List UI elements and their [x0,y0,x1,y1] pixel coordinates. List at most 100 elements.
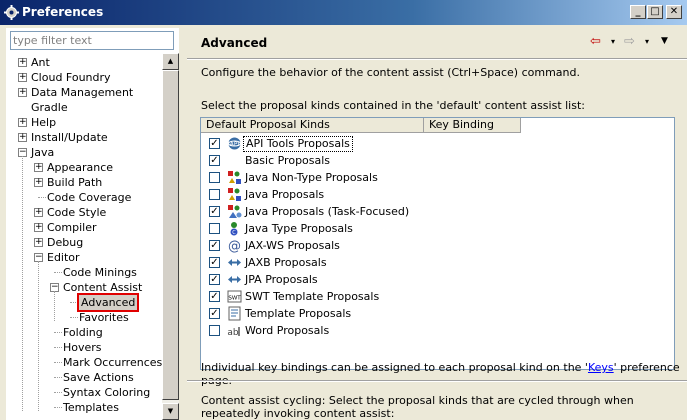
tree-item-ant[interactable]: + Ant [6,55,162,70]
expand-icon[interactable]: + [18,73,27,82]
page-title: Advanced [201,36,268,50]
proposal-row[interactable]: ✓ SWT SWT Template Proposals [201,288,674,305]
expand-icon[interactable]: + [34,208,43,217]
proposal-row[interactable]: ✓ JAXB Proposals [201,254,674,271]
proposal-row[interactable]: Java Proposals [201,186,674,203]
expand-icon[interactable]: + [34,223,43,232]
tree-item-content-assist[interactable]: − Content Assist [6,280,162,295]
proposal-label: Java Proposals [245,188,325,201]
back-dropdown-icon[interactable]: ▾ [611,37,615,46]
tree-item-syntax-coloring[interactable]: Syntax Coloring [6,385,162,400]
proposal-checkbox[interactable]: ✓ [209,257,220,268]
expand-icon[interactable]: + [34,178,43,187]
proposal-row[interactable]: C Java Type Proposals [201,220,674,237]
proposal-checkbox[interactable] [209,325,220,336]
proposal-row[interactable]: ab Word Proposals [201,322,674,339]
forward-arrow-icon[interactable]: ⇨ [624,34,635,49]
proposal-checkbox[interactable]: ✓ [209,155,220,166]
tree-item-save-actions[interactable]: Save Actions [6,370,162,385]
tree-item-code-coverage[interactable]: Code Coverage [6,190,162,205]
scroll-down-icon[interactable]: ▼ [162,403,179,420]
tree-item-cloud-foundry[interactable]: + Cloud Foundry [6,70,162,85]
tree-item-label: Code Minings [63,266,137,279]
proposal-row[interactable]: ✓ API API Tools Proposals [201,135,674,152]
column-header-key-binding[interactable]: Key Binding [424,118,521,133]
scroll-up-icon[interactable]: ▲ [162,53,179,70]
svg-text:ab: ab [227,328,239,338]
keys-link[interactable]: Keys [588,361,614,374]
column-header-proposal-kinds[interactable]: Default Proposal Kinds [201,118,424,133]
expand-icon[interactable]: + [34,238,43,247]
tree-item-templates[interactable]: Templates [6,400,162,415]
tree-item-label: Ant [31,56,50,69]
proposal-row[interactable]: ✓ @ JAX-WS Proposals [201,237,674,254]
proposal-checkbox[interactable]: ✓ [209,138,220,149]
tree-item-folding[interactable]: Folding [6,325,162,340]
preference-page: Advanced ⇦ ▾ ⇨ ▾ ▼ Configure the behavio… [187,28,687,420]
proposal-checkbox[interactable] [209,223,220,234]
tree-item-appearance[interactable]: + Appearance [6,160,162,175]
tree-item-code-minings[interactable]: Code Minings [6,265,162,280]
proposal-row[interactable]: ✓ JPA Proposals [201,271,674,288]
proposal-checkbox[interactable]: ✓ [209,206,220,217]
proposal-row[interactable]: Java Non-Type Proposals [201,169,674,186]
api-tools-icon: API [227,136,242,151]
java-type-icon: C [227,221,242,236]
tree-guide-line [38,261,39,411]
tree-item-favorites[interactable]: Favorites [6,310,162,325]
tree-item-build-path[interactable]: + Build Path [6,175,162,190]
proposal-label: JAX-WS Proposals [245,239,340,252]
proposal-checkbox[interactable]: ✓ [209,240,220,251]
tree-scrollbar[interactable]: ▲ ▼ [162,53,179,420]
tree-item-editor[interactable]: − Editor [6,250,162,265]
proposal-checkbox[interactable]: ✓ [209,274,220,285]
expand-icon[interactable]: + [34,163,43,172]
preferences-tree-panel: + Ant + Cloud Foundry + Data Management Gradle… [6,28,179,420]
scrollbar-thumb[interactable] [162,70,179,400]
view-menu-icon[interactable]: ▼ [661,36,668,46]
tree-connector [54,377,62,378]
page-description: Configure the behavior of the content as… [201,66,580,79]
proposal-kinds-table: Default Proposal Kinds Key Binding ✓ API A… [200,117,675,370]
tree-item-hovers[interactable]: Hovers [6,340,162,355]
proposal-checkbox[interactable] [209,172,220,183]
tree-item-mark-occurrences[interactable]: Mark Occurrences [6,355,162,370]
proposal-checkbox[interactable] [209,189,220,200]
tree-item-advanced[interactable]: Advanced [6,293,162,312]
proposal-row[interactable]: ✓ Template Proposals [201,305,674,322]
tree-item-install-update[interactable]: + Install/Update [6,130,162,145]
tree-item-debug[interactable]: + Debug [6,235,162,250]
close-button[interactable]: ✕ [666,5,682,19]
proposal-checkbox[interactable]: ✓ [209,291,220,302]
key-bindings-info: Individual key bindings can be assigned … [201,361,687,387]
tree-connector [70,302,78,303]
maximize-button[interactable]: □ [647,5,663,19]
proposal-row[interactable]: ✓ Basic Proposals [201,152,674,169]
back-arrow-icon[interactable]: ⇦ [590,34,601,49]
proposal-checkbox[interactable]: ✓ [209,308,220,319]
tree-item-java[interactable]: − Java [6,145,162,160]
forward-dropdown-icon[interactable]: ▾ [645,37,649,46]
tree-item-label: Java [31,146,55,159]
expand-icon[interactable]: + [18,58,27,67]
tree-item-data-management[interactable]: + Data Management [6,85,162,100]
tree-item-help[interactable]: + Help [6,115,162,130]
tree-item-label: Syntax Coloring [63,386,151,399]
title-bar: Preferences _ □ ✕ [0,0,687,25]
proposal-row[interactable]: ✓ Java Proposals (Task-Focused) [201,203,674,220]
tree-item-compiler[interactable]: + Compiler [6,220,162,235]
expand-icon[interactable]: + [18,133,27,142]
tree-item-label: Folding [63,326,103,339]
preferences-app-icon [4,5,19,20]
proposal-label: Java Proposals (Task-Focused) [245,205,410,218]
window-title: Preferences [22,5,104,19]
java-members-icon [227,170,242,185]
expand-icon[interactable]: + [18,88,27,97]
tree-item-code-style[interactable]: + Code Style [6,205,162,220]
proposal-label: Template Proposals [245,307,352,320]
tree-item-gradle[interactable]: Gradle [6,100,162,115]
filter-input[interactable] [13,33,171,48]
minimize-button[interactable]: _ [630,5,646,19]
tree-guide-line [22,156,23,411]
expand-icon[interactable]: + [18,118,27,127]
